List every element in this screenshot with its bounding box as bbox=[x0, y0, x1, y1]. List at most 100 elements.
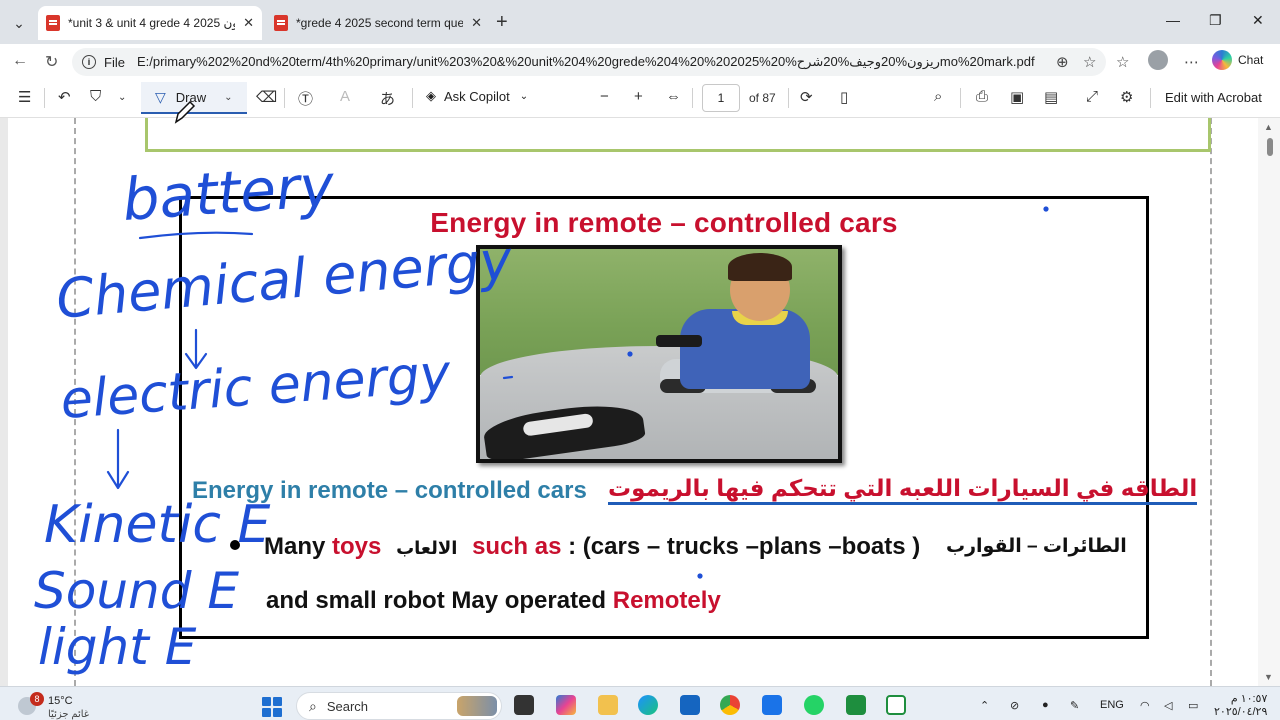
refresh-icon[interactable]: ↻ bbox=[45, 52, 58, 72]
search-label: Search bbox=[326, 698, 369, 714]
volume-icon[interactable]: ◁ bbox=[1164, 699, 1172, 712]
divider bbox=[44, 88, 45, 108]
back-arrow-icon[interactable]: ← bbox=[12, 52, 28, 70]
draw-chevron-down-icon[interactable]: ⌄ bbox=[224, 92, 232, 103]
ask-copilot-chevron-down-icon: ⌄ bbox=[519, 90, 529, 102]
robot-text: and small robot May operated bbox=[266, 587, 607, 614]
url-field[interactable]: i File E:/primary%202%20nd%20term/4th%20… bbox=[72, 48, 1106, 76]
zoom-icon[interactable]: ⊕ bbox=[1056, 53, 1069, 71]
window-close-icon[interactable]: ✕ bbox=[1252, 12, 1264, 29]
pen-tray-icon[interactable]: ✎ bbox=[1070, 699, 1079, 712]
eraser-icon[interactable]: ⌫ bbox=[256, 88, 277, 106]
copilot-outline-icon: ◈ bbox=[426, 88, 436, 103]
scroll-thumb[interactable] bbox=[1267, 138, 1273, 156]
scroll-up-icon[interactable]: ▲ bbox=[1264, 122, 1273, 132]
zoom-out-icon[interactable]: − bbox=[600, 88, 609, 105]
more-options-icon[interactable]: ⋯ bbox=[1184, 53, 1199, 71]
contents-list-icon[interactable]: ☰ bbox=[18, 88, 31, 106]
system-clock[interactable]: ١٠:٥٧ م ٢٠٢٥/٠٤/٢٩ bbox=[1214, 693, 1267, 719]
new-tab-button[interactable]: + bbox=[496, 11, 508, 34]
chrome-icon[interactable] bbox=[720, 695, 740, 715]
tab-strip: ⌄ *unit 3 & unit 4 grede 4 2025 ريزون ✕ … bbox=[0, 0, 1280, 44]
ask-copilot-button[interactable]: ◈ Ask Copilot ⌄ bbox=[426, 88, 528, 104]
add-text-icon[interactable]: Ⓣ bbox=[298, 88, 313, 109]
favorites-icon[interactable]: ☆ bbox=[1116, 53, 1129, 71]
tab-title: *unit 3 & unit 4 grede 4 2025 ريزون bbox=[68, 16, 235, 30]
whatsapp-icon[interactable] bbox=[804, 695, 824, 715]
pdf-viewer[interactable]: Energy in remote – controlled cars Energ… bbox=[0, 118, 1280, 686]
edit-with-acrobat-button[interactable]: Edit with Acrobat bbox=[1165, 90, 1262, 105]
photos-icon[interactable] bbox=[762, 695, 782, 715]
clock-time: ١٠:٥٧ م bbox=[1230, 693, 1268, 705]
tab-unit-3-4[interactable]: *unit 3 & unit 4 grede 4 2025 ريزون ✕ bbox=[38, 6, 262, 40]
page-view-icon[interactable]: ▯ bbox=[840, 88, 848, 106]
divider bbox=[788, 88, 789, 108]
read-aloud-icon[interactable]: あ bbox=[380, 88, 395, 109]
camtasia-icon[interactable] bbox=[846, 695, 866, 715]
camtasia-recorder-icon[interactable] bbox=[886, 695, 906, 715]
highlight-icon[interactable]: ⛉ bbox=[90, 88, 101, 105]
tab-title: *grede 4 2025 second term questi bbox=[296, 16, 464, 30]
search-highlight-image bbox=[457, 696, 497, 716]
profile-avatar[interactable] bbox=[1148, 50, 1168, 70]
draw-pen-icon: ▽ bbox=[155, 88, 166, 105]
text-format-icon: A bbox=[340, 88, 351, 105]
rotate-icon[interactable]: ⟳ bbox=[800, 88, 813, 106]
microphone-icon[interactable]: ● bbox=[1042, 699, 1049, 711]
network-off-icon[interactable]: ⊘ bbox=[1010, 699, 1019, 712]
minimize-icon[interactable]: — bbox=[1166, 12, 1180, 28]
info-icon[interactable]: i bbox=[82, 55, 96, 69]
battery-icon[interactable]: ▭ bbox=[1188, 699, 1198, 712]
search-icon[interactable]: ⌕ bbox=[934, 88, 942, 105]
page-margin-guide bbox=[1210, 118, 1212, 686]
copilot-chat-button[interactable]: Chat bbox=[1212, 48, 1263, 72]
bullet-list: : (cars – trucks –plans –boats ) bbox=[568, 533, 921, 560]
pdf-icon bbox=[274, 15, 288, 31]
vertical-scrollbar[interactable]: ▲ ▼ bbox=[1258, 118, 1280, 686]
undo-icon[interactable]: ↶ bbox=[58, 88, 71, 106]
remotely-word: Remotely bbox=[612, 587, 721, 614]
copilot-app-icon[interactable] bbox=[556, 695, 576, 715]
tab-actions-chevron-down-icon[interactable]: ⌄ bbox=[6, 10, 32, 36]
close-icon[interactable]: ✕ bbox=[243, 15, 254, 31]
save-icon[interactable]: ▣ bbox=[1010, 88, 1024, 106]
print-icon[interactable]: ⎙ bbox=[976, 88, 988, 105]
divider bbox=[412, 88, 413, 108]
language-indicator[interactable]: ENG bbox=[1100, 699, 1124, 711]
scroll-down-icon[interactable]: ▼ bbox=[1264, 672, 1273, 682]
bullet-robot-line: and small robot May operated Remotely bbox=[266, 587, 721, 615]
bullet-toys-arabic: الالعاب bbox=[396, 538, 458, 558]
ask-copilot-label: Ask Copilot bbox=[444, 88, 510, 104]
subtitle-arabic: الطاقه في السيارات اللعبه التي تتحكم فيه… bbox=[608, 475, 1198, 505]
notification-badge: 8 bbox=[30, 692, 44, 706]
taskbar-search[interactable]: ⌕ Search bbox=[296, 692, 502, 720]
page-number-input[interactable]: 1 bbox=[702, 84, 740, 112]
tab-second-term-questions[interactable]: *grede 4 2025 second term questi ✕ bbox=[266, 6, 490, 40]
divider bbox=[692, 88, 693, 108]
favorite-star-icon[interactable]: ☆ bbox=[1083, 53, 1096, 71]
maximize-icon[interactable]: ❐ bbox=[1209, 12, 1222, 29]
settings-gear-icon[interactable]: ⚙ bbox=[1120, 88, 1133, 106]
previous-slide-frame bbox=[145, 118, 1211, 152]
search-icon: ⌕ bbox=[309, 697, 317, 714]
pdf-page: Energy in remote – controlled cars Energ… bbox=[8, 118, 1258, 686]
slide-title: Energy in remote – controlled cars bbox=[430, 207, 898, 238]
highlight-chevron-down-icon[interactable]: ⌄ bbox=[118, 92, 126, 103]
task-view-icon[interactable] bbox=[514, 695, 534, 715]
copilot-icon bbox=[1212, 50, 1232, 70]
tray-overflow-icon[interactable]: ⌃ bbox=[980, 699, 989, 712]
zoom-in-icon[interactable]: + bbox=[634, 88, 643, 105]
edge-browser-icon[interactable] bbox=[638, 695, 658, 715]
windows-start-icon[interactable] bbox=[262, 697, 282, 717]
pdf-icon bbox=[46, 15, 60, 31]
taskbar: 8 15°C غائم جزئيًا ⌕ Search ⌃ ⊘ ● ✎ ENG … bbox=[0, 686, 1280, 720]
file-explorer-icon[interactable] bbox=[598, 695, 618, 715]
fullscreen-icon[interactable]: ⤢ bbox=[1086, 88, 1098, 105]
close-icon[interactable]: ✕ bbox=[471, 15, 482, 31]
store-icon[interactable] bbox=[680, 695, 700, 715]
fit-page-icon[interactable]: ⇔ bbox=[666, 88, 681, 105]
save-as-icon[interactable]: ▤ bbox=[1044, 88, 1058, 106]
bullet-such-as: such as bbox=[472, 533, 562, 560]
bullet-toys: Many toys الالعاب such as : (cars – truc… bbox=[230, 533, 920, 561]
wifi-icon[interactable]: ◠ bbox=[1140, 699, 1150, 712]
